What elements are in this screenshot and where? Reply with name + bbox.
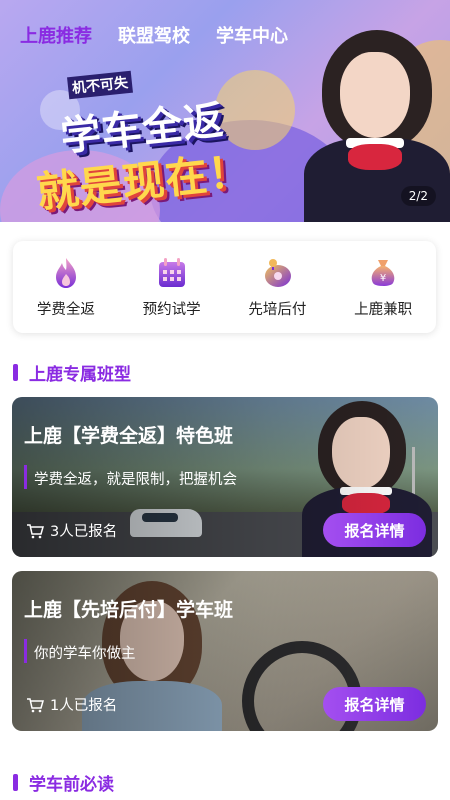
quick-entry-label: 学费全返 <box>36 301 95 318</box>
signup-count-text: 3人已报名 <box>50 524 118 540</box>
course-description: 你的学车你做主 <box>34 646 136 662</box>
section-header-exclusive: 上鹿专属班型 <box>13 360 131 385</box>
course-title: 上鹿【先培后付】学车班 <box>24 599 234 621</box>
tab-learning-center[interactable]: 学车中心 <box>216 22 288 48</box>
flame-icon <box>49 256 83 290</box>
section-title: 上鹿专属班型 <box>29 365 131 385</box>
cart-icon <box>26 523 44 539</box>
signup-details-button[interactable]: 报名详情 <box>323 687 426 721</box>
banner-page-indicator: 2/2 <box>400 186 436 206</box>
cart-icon <box>26 697 44 713</box>
wallet-icon <box>260 256 294 290</box>
tab-partner-schools[interactable]: 联盟驾校 <box>118 22 190 48</box>
signup-count: 3人已报名 <box>26 520 117 541</box>
tab-recommend[interactable]: 上鹿推荐 <box>20 22 92 48</box>
signup-details-button[interactable]: 报名详情 <box>323 513 426 547</box>
section-accent-bar <box>13 364 18 381</box>
section-title: 学车前必读 <box>29 775 114 795</box>
svg-text:¥: ¥ <box>380 273 386 284</box>
section-accent-bar <box>13 774 18 791</box>
quick-entry-label: 上鹿兼职 <box>354 301 413 318</box>
quick-entry-label: 预约试学 <box>142 301 201 318</box>
course-card-pay-later[interactable]: 上鹿【先培后付】学车班 你的学车你做主 1人已报名 报名详情 <box>12 571 438 731</box>
calendar-icon <box>155 256 189 290</box>
signup-count: 1人已报名 <box>26 694 117 715</box>
quick-entry-label: 先培后付 <box>248 301 307 318</box>
course-card-full-refund[interactable]: 上鹿【学费全返】特色班 学费全返，就是限制，把握机会 3人已报名 报名详情 <box>12 397 438 557</box>
quick-entry-pay-later[interactable]: 先培后付 <box>227 256 327 319</box>
top-tabs: 上鹿推荐 联盟驾校 学车中心 <box>20 22 288 48</box>
promo-banner[interactable]: 上鹿推荐 联盟驾校 学车中心 机不可失 学车全返 就是现在！ 2/2 <box>0 0 450 222</box>
quick-entry-trial-booking[interactable]: 预约试学 <box>122 256 222 319</box>
signup-count-text: 1人已报名 <box>50 698 118 714</box>
quick-entry-panel: 学费全返 预约试学 先培后付 ¥ 上鹿兼职 <box>13 241 436 333</box>
course-description: 学费全返，就是限制，把握机会 <box>34 472 237 488</box>
course-title: 上鹿【学费全返】特色班 <box>24 425 234 447</box>
section-header-must-read: 学车前必读 <box>13 770 114 795</box>
desc-accent-bar <box>24 465 27 489</box>
banner-tag: 机不可失 <box>67 70 133 100</box>
desc-accent-bar <box>24 639 27 663</box>
quick-entry-part-time[interactable]: ¥ 上鹿兼职 <box>333 256 433 319</box>
quick-entry-full-refund[interactable]: 学费全返 <box>16 256 116 319</box>
money-bag-icon: ¥ <box>366 256 400 290</box>
